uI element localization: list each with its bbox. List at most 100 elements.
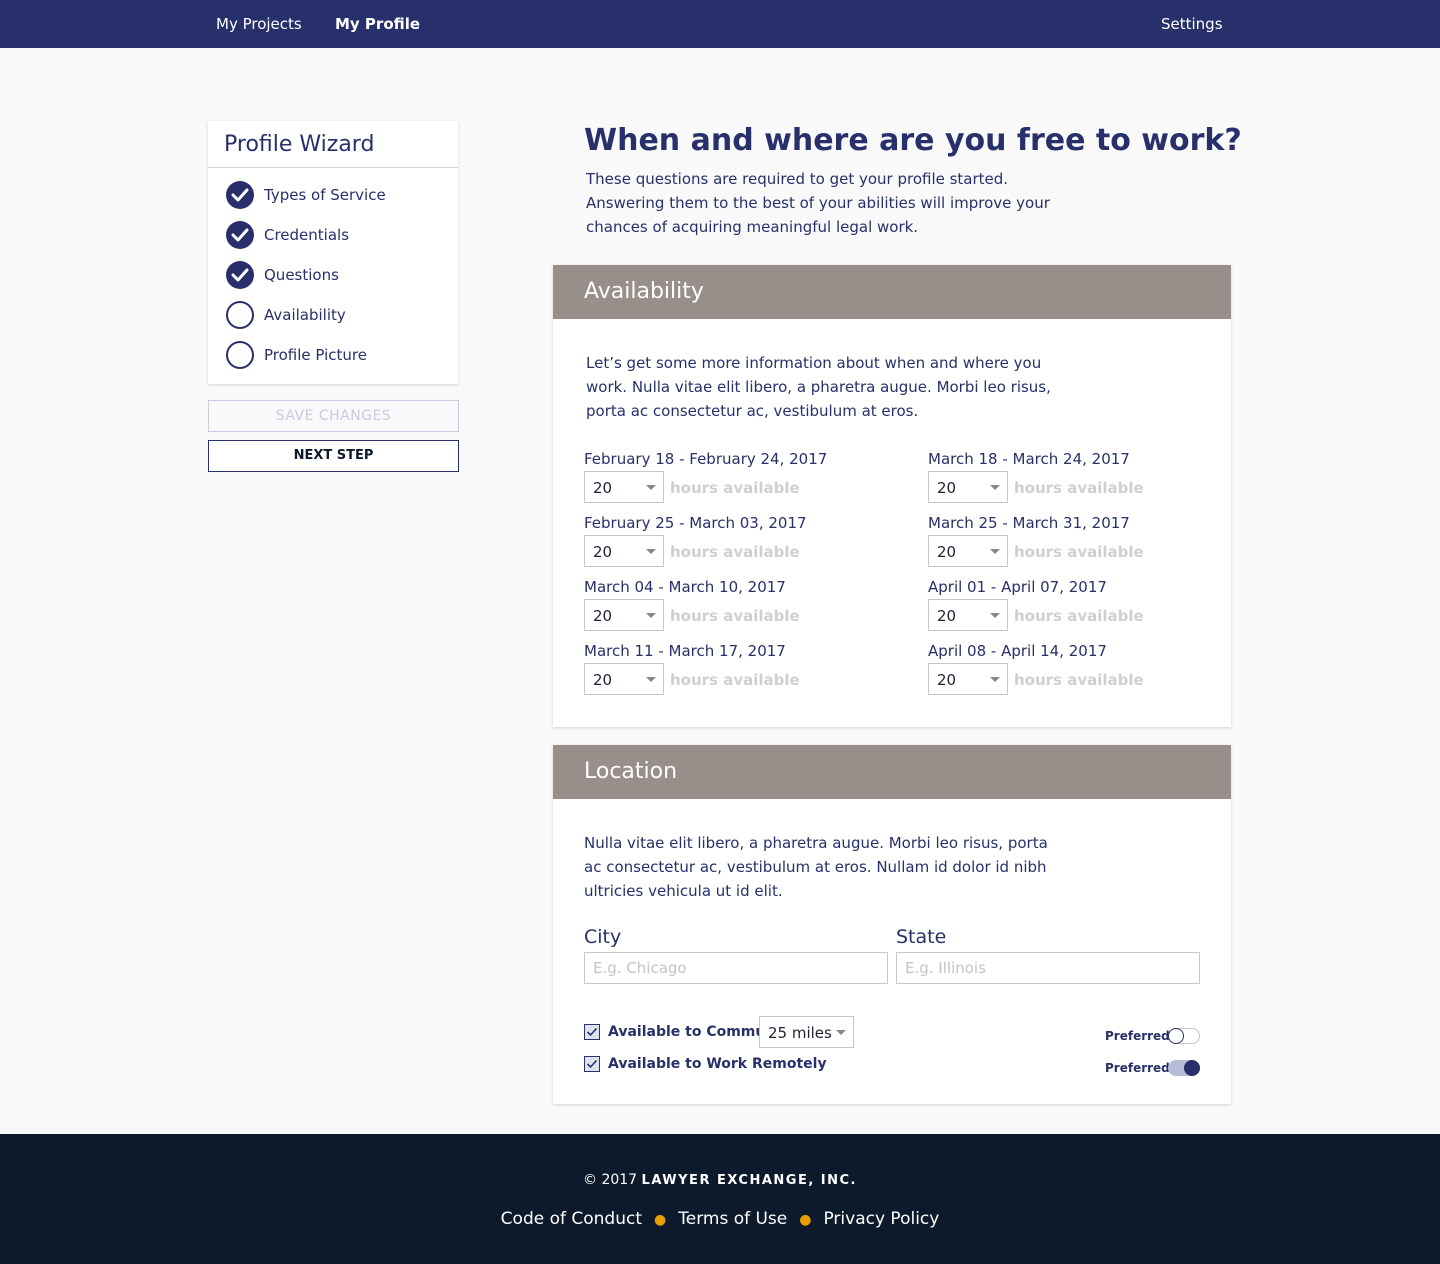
hours-value: 20 [937,671,957,689]
separator-dot-icon: ● [654,1212,667,1228]
availability-header: Availability [553,265,1231,319]
location-card: Location Nulla vitae elit libero, a phar… [553,745,1231,1104]
footer-link-privacy-policy[interactable]: Privacy Policy [823,1209,939,1229]
hours-value: 20 [937,543,957,561]
commute-preferred-toggle[interactable] [1168,1028,1200,1044]
hours-value: 20 [593,607,613,625]
commute-distance-select[interactable]: 25 miles [759,1016,854,1048]
checkmark-circle-icon [226,181,254,209]
commute-checkbox[interactable] [584,1024,600,1040]
remote-checkbox[interactable] [584,1056,600,1072]
week-label: February 25 - March 03, 2017 [584,514,807,532]
hours-available-label: hours available [670,479,800,497]
checkmark-icon [586,1059,598,1069]
week-availability: April 01 - April 07, 2017 20 hours avail… [928,578,1248,638]
hours-available-label: hours available [670,671,800,689]
page-intro: These questions are required to get your… [586,170,1050,236]
footer-link-terms-of-use[interactable]: Terms of Use [678,1209,787,1229]
hours-value: 20 [593,671,613,689]
week-label: April 08 - April 14, 2017 [928,642,1107,660]
copyright-year: © 2017 [583,1172,638,1188]
wizard-step-label: Credentials [264,226,350,244]
copyright: © 2017 LAWYER EXCHANGE, INC. [0,1171,1440,1190]
wizard-step-label: Types of Service [264,186,386,204]
week-availability: March 18 - March 24, 2017 20 hours avail… [928,450,1248,510]
caret-down-icon [646,613,656,618]
commute-distance-value: 25 miles [768,1024,832,1042]
wizard-title: Profile Wizard [224,132,375,157]
city-input[interactable] [584,952,888,984]
remote-preferred-toggle[interactable] [1168,1060,1200,1076]
hours-select[interactable]: 20 [584,599,664,631]
separator-dot-icon: ● [799,1212,812,1228]
week-availability: April 08 - April 14, 2017 20 hours avail… [928,642,1248,702]
state-label: State [896,926,947,948]
hours-select[interactable]: 20 [584,471,664,503]
caret-down-icon [836,1030,846,1035]
week-label: March 25 - March 31, 2017 [928,514,1130,532]
hours-value: 20 [593,479,613,497]
caret-down-icon [646,677,656,682]
remote-label: Available to Work Remotely [608,1056,827,1072]
caret-down-icon [646,549,656,554]
caret-down-icon [990,549,1000,554]
top-navbar: My Projects My Profile Settings [0,0,1440,48]
page-title: When and where are you free to work? [584,123,1242,158]
week-label: April 01 - April 07, 2017 [928,578,1107,596]
week-label: February 18 - February 24, 2017 [584,450,828,468]
caret-down-icon [990,613,1000,618]
footer-link-code-of-conduct[interactable]: Code of Conduct [501,1209,642,1229]
week-availability: February 18 - February 24, 2017 20 hours… [584,450,904,510]
hours-available-label: hours available [1014,479,1144,497]
hours-select[interactable]: 20 [928,599,1008,631]
location-header: Location [553,745,1231,799]
hours-select[interactable]: 20 [928,471,1008,503]
hours-select[interactable]: 20 [928,663,1008,695]
wizard-step-availability[interactable]: Availability [226,301,446,329]
hours-available-label: hours available [1014,671,1144,689]
hours-select[interactable]: 20 [928,535,1008,567]
week-availability: February 25 - March 03, 2017 20 hours av… [584,514,904,574]
checkmark-circle-icon [226,221,254,249]
availability-card: Availability Let’s get some more informa… [553,265,1231,727]
toggle-knob [1168,1028,1184,1044]
empty-circle-icon [226,301,254,329]
wizard-step-types-of-service[interactable]: Types of Service [226,181,446,209]
remote-preferred-label: Preferred [1105,1061,1170,1075]
hours-available-label: hours available [670,607,800,625]
wizard-step-questions[interactable]: Questions [226,261,446,289]
state-input[interactable] [896,952,1200,984]
caret-down-icon [990,677,1000,682]
hours-select[interactable]: 20 [584,535,664,567]
next-step-button[interactable]: NEXT STEP [208,440,459,472]
hours-available-label: hours available [1014,543,1144,561]
hours-value: 20 [593,543,613,561]
checkmark-icon [586,1027,598,1037]
profile-wizard-panel: Profile Wizard Types of Service Credenti… [208,121,458,384]
location-description: Nulla vitae elit libero, a pharetra augu… [584,834,1048,900]
hours-select[interactable]: 20 [584,663,664,695]
empty-circle-icon [226,341,254,369]
wizard-step-credentials[interactable]: Credentials [226,221,446,249]
hours-value: 20 [937,479,957,497]
checkmark-circle-icon [226,261,254,289]
footer-links: Code of Conduct ● Terms of Use ● Privacy Pol… [0,1208,1440,1231]
hours-value: 20 [937,607,957,625]
save-changes-button[interactable]: SAVE CHANGES [208,400,459,432]
week-label: March 18 - March 24, 2017 [928,450,1130,468]
footer: © 2017 LAWYER EXCHANGE, INC. Code of Con… [0,1134,1440,1264]
commute-label: Available to Commute [608,1024,782,1040]
toggle-knob [1184,1060,1200,1076]
week-availability: March 11 - March 17, 2017 20 hours avail… [584,642,904,702]
company-name: LAWYER EXCHANGE, INC. [641,1173,857,1188]
nav-my-profile[interactable]: My Profile [335,14,420,34]
week-label: March 11 - March 17, 2017 [584,642,786,660]
nav-my-projects[interactable]: My Projects [216,14,302,34]
week-availability: March 25 - March 31, 2017 20 hours avail… [928,514,1248,574]
nav-settings[interactable]: Settings [1161,14,1223,34]
wizard-step-label: Questions [264,266,339,284]
caret-down-icon [990,485,1000,490]
hours-available-label: hours available [1014,607,1144,625]
wizard-step-label: Profile Picture [264,346,367,364]
wizard-step-profile-picture[interactable]: Profile Picture [226,341,446,369]
